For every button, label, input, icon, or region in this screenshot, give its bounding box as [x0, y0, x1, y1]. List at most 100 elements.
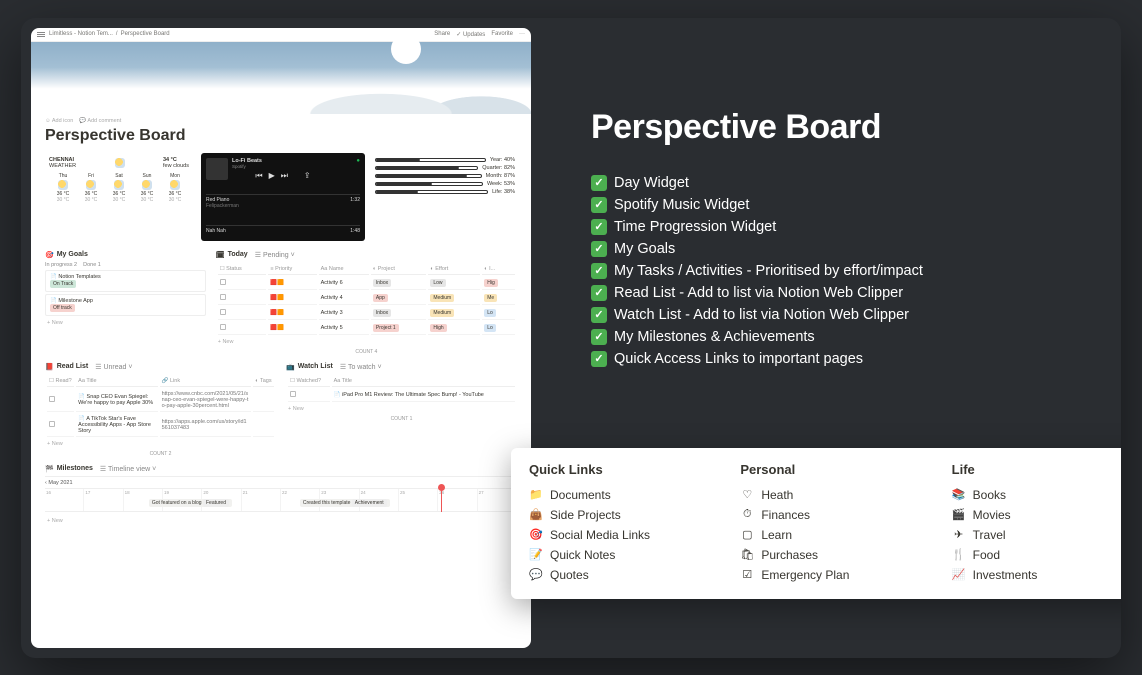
- quick-link[interactable]: 🎬Movies: [952, 505, 1121, 525]
- quick-link[interactable]: ⏱Finances: [740, 505, 921, 525]
- watchlist-tab[interactable]: ☰ To watch ˅: [340, 363, 382, 371]
- link-icon: ♡: [740, 488, 754, 502]
- share-icon[interactable]: ⇪: [304, 171, 311, 181]
- next-icon[interactable]: ⏭: [281, 171, 288, 181]
- weather-icon: [115, 158, 125, 168]
- quick-links-popover: Quick Links 📁Documents👜Side Projects🎯Soci…: [511, 448, 1121, 599]
- quick-link[interactable]: ☑Emergency Plan: [740, 565, 921, 585]
- weather-day: Thu36 °C30 °C: [49, 173, 77, 203]
- milestones-header: 🏁 Milestones ☰ Timeline view ˅: [45, 465, 517, 473]
- quick-link[interactable]: 🎯Social Media Links: [529, 525, 710, 545]
- menu-icon[interactable]: [37, 32, 45, 37]
- breadcrumb-workspace[interactable]: Limitless - Notion Tem...: [49, 31, 113, 37]
- check-icon: ✓: [591, 263, 607, 279]
- popover-column: Quick Links 📁Documents👜Side Projects🎯Soci…: [529, 462, 710, 585]
- more-button[interactable]: ···: [519, 31, 525, 38]
- link-icon: 🎯: [529, 528, 543, 542]
- table-row[interactable]: 🟥🟧Activity 4AppMediumMe: [218, 292, 515, 305]
- quick-link[interactable]: 🛍Purchases: [740, 545, 921, 565]
- watchlist-new[interactable]: + New: [286, 404, 517, 414]
- moon-graphic: [391, 34, 421, 64]
- weather-day: Sun36 °C30 °C: [133, 173, 161, 203]
- today-new[interactable]: + New: [216, 337, 517, 347]
- cover-image[interactable]: [31, 42, 531, 114]
- share-button[interactable]: Share: [434, 31, 450, 38]
- link-icon: 🛍: [740, 548, 754, 562]
- quick-link[interactable]: ▢Learn: [740, 525, 921, 545]
- goal-card[interactable]: 📄 Milestone AppOff track: [45, 294, 206, 316]
- spotify-track[interactable]: Nah Nah1:48: [206, 225, 360, 236]
- readlist-new[interactable]: + New: [45, 439, 276, 449]
- checkbox[interactable]: [220, 324, 226, 330]
- milestones-timeline[interactable]: ‹ May 2021 161718192021222324252627 Got …: [45, 476, 517, 516]
- promo-title: Perspective Board: [591, 108, 1089, 147]
- progress-widget: Year: 40%Quarter: 82%Month: 87%Week: 53%…: [373, 153, 517, 241]
- add-comment-button[interactable]: 💬 Add comment: [79, 118, 121, 124]
- breadcrumb-page[interactable]: Perspective Board: [121, 31, 170, 37]
- today-table: ☐ Status ≡ Priority Aa Name ◐ Project ◐ …: [216, 262, 517, 337]
- feature-item: ✓Time Progression Widget: [591, 219, 1089, 235]
- check-icon: ✓: [591, 219, 607, 235]
- checkbox[interactable]: [49, 396, 55, 402]
- quick-link[interactable]: 👜Side Projects: [529, 505, 710, 525]
- link-icon: 📈: [952, 568, 966, 582]
- quick-link[interactable]: 📝Quick Notes: [529, 545, 710, 565]
- quick-link[interactable]: ✈Travel: [952, 525, 1121, 545]
- today-tab[interactable]: ☰ Pending ˅: [255, 251, 295, 259]
- table-row[interactable]: 🟥🟧Activity 5Project 1HighLo: [218, 322, 515, 335]
- quick-link[interactable]: 📚Books: [952, 485, 1121, 505]
- goals-header: 🎯 My Goals: [45, 251, 206, 259]
- checkbox[interactable]: [49, 421, 55, 427]
- popover-heading: Personal: [740, 462, 921, 477]
- quick-link[interactable]: 📈Investments: [952, 565, 1121, 585]
- topbar: Limitless - Notion Tem... / Perspective …: [31, 28, 531, 42]
- page-title: Perspective Board: [45, 127, 517, 145]
- table-row[interactable]: 📄 Snap CEO Evan Spiegel: We're happy to …: [47, 389, 274, 412]
- check-icon: ✓: [591, 197, 607, 213]
- checkbox[interactable]: [220, 279, 226, 285]
- link-icon: 🎬: [952, 508, 966, 522]
- popover-heading: Quick Links: [529, 462, 710, 477]
- table-row[interactable]: 📄 A TikTok Star's Fave Accessibility App…: [47, 414, 274, 437]
- updates-button[interactable]: ✓ Updates: [456, 31, 485, 38]
- quick-link[interactable]: 🍴Food: [952, 545, 1121, 565]
- goal-card[interactable]: 📄 Notion TemplatesOn Track: [45, 270, 206, 292]
- play-icon[interactable]: ▶: [269, 171, 275, 181]
- spotify-widget[interactable]: Lo-Fi BeatsSpotify ● ⏮ ▶ ⏭ ⇪ Red PianoFe…: [201, 153, 365, 241]
- feature-item: ✓Read List - Add to list via Notion Web …: [591, 285, 1089, 301]
- spotify-track[interactable]: Red PianoFelipackerman1:32: [206, 194, 360, 211]
- checkbox[interactable]: [220, 294, 226, 300]
- link-icon: 💬: [529, 568, 543, 582]
- timeline-event[interactable]: Created this template Achievement: [300, 499, 390, 507]
- checkbox[interactable]: [220, 309, 226, 315]
- quick-link[interactable]: 💬Quotes: [529, 565, 710, 585]
- feature-item: ✓Day Widget: [591, 175, 1089, 191]
- link-icon: 📝: [529, 548, 543, 562]
- quick-link[interactable]: ♡Heath: [740, 485, 921, 505]
- link-icon: ⏱: [740, 508, 754, 522]
- weather-day: Sat36 °C30 °C: [105, 173, 133, 203]
- check-icon: ✓: [591, 285, 607, 301]
- table-row[interactable]: 📄 iPad Pro M1 Review: The Ultimate Spec …: [288, 389, 515, 402]
- link-icon: 👜: [529, 508, 543, 522]
- quick-link[interactable]: 📁Documents: [529, 485, 710, 505]
- feature-item: ✓Spotify Music Widget: [591, 197, 1089, 213]
- popover-column: Life📚Books🎬Movies✈Travel🍴Food📈Investment…: [952, 462, 1121, 585]
- milestones-new[interactable]: + New: [45, 516, 517, 526]
- goals-new[interactable]: + New: [45, 318, 206, 328]
- milestones-tab[interactable]: ☰ Timeline view ˅: [100, 465, 156, 473]
- favorite-button[interactable]: Favorite: [491, 31, 513, 38]
- goals-tab-inprogress[interactable]: In progress 2: [45, 262, 77, 268]
- feature-item: ✓My Goals: [591, 241, 1089, 257]
- checkbox[interactable]: [290, 391, 296, 397]
- table-row[interactable]: 🟥🟧Activity 3InboxMediumLo: [218, 307, 515, 320]
- readlist-tab[interactable]: ☰ Unread ˅: [95, 363, 132, 371]
- link-icon: 📁: [529, 488, 543, 502]
- goals-tab-done[interactable]: Done 1: [83, 262, 101, 268]
- popover-column: Personal ♡Heath⏱Finances▢Learn🛍Purchases☑…: [740, 462, 921, 585]
- add-icon-button[interactable]: ☺ Add icon: [45, 118, 73, 124]
- timeline-event[interactable]: Got featured on a blog Featured: [149, 499, 232, 507]
- prev-icon[interactable]: ⏮: [255, 171, 262, 181]
- table-row[interactable]: 🟥🟧Activity 6InboxLowHig: [218, 277, 515, 290]
- today-count: COUNT 4: [216, 349, 517, 355]
